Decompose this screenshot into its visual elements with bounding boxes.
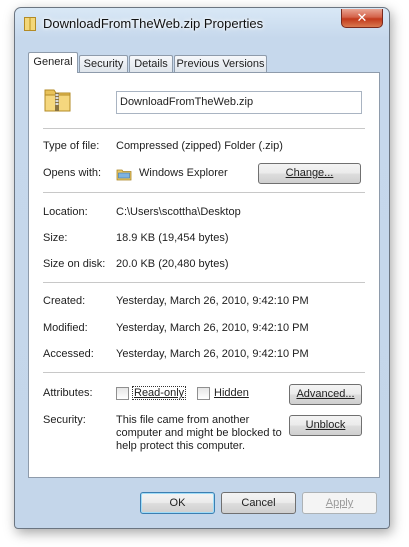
accessed-value: Yesterday, March 26, 2010, 9:42:10 PM	[116, 348, 309, 360]
type-of-file-value: Compressed (zipped) Folder (.zip)	[116, 140, 283, 152]
zip-folder-large-icon	[44, 89, 71, 112]
change-button[interactable]: Change...	[258, 163, 361, 184]
hidden-label[interactable]: Hidden	[214, 387, 249, 399]
ok-button[interactable]: OK	[140, 492, 215, 514]
separator	[43, 372, 365, 373]
tab-security[interactable]: Security	[79, 55, 128, 72]
change-button-label: Change...	[285, 167, 334, 179]
unblock-button[interactable]: Unblock	[289, 415, 362, 436]
size-on-disk-label: Size on disk:	[43, 258, 106, 270]
size-value: 18.9 KB (19,454 bytes)	[116, 232, 229, 244]
cancel-button[interactable]: Cancel	[221, 492, 296, 514]
modified-label: Modified:	[43, 322, 88, 334]
title-bar[interactable]: DownloadFromTheWeb.zip Properties ✕	[15, 8, 389, 38]
separator	[43, 282, 365, 283]
modified-value: Yesterday, March 26, 2010, 9:42:10 PM	[116, 322, 309, 334]
opens-with-label: Opens with:	[43, 167, 102, 179]
close-button[interactable]: ✕	[341, 9, 383, 28]
security-message: This file came from another computer and…	[116, 414, 282, 452]
location-label: Location:	[43, 206, 88, 218]
tab-details[interactable]: Details	[129, 55, 173, 72]
zip-folder-icon	[24, 17, 36, 31]
apply-button[interactable]: Apply	[302, 492, 377, 514]
tab-previous-versions[interactable]: Previous Versions	[174, 55, 267, 72]
advanced-button[interactable]: Advanced...	[289, 384, 362, 405]
apply-button-label: Apply	[325, 497, 354, 509]
tab-general[interactable]: General	[28, 52, 78, 73]
file-name-input[interactable]: DownloadFromTheWeb.zip	[116, 91, 362, 114]
attributes-label: Attributes:	[43, 387, 93, 399]
advanced-button-label: Advanced...	[296, 388, 355, 400]
read-only-label[interactable]: Read-only	[131, 386, 187, 400]
location-value: C:\Users\scottha\Desktop	[116, 206, 241, 218]
size-on-disk-value: 20.0 KB (20,480 bytes)	[116, 258, 229, 270]
security-label: Security:	[43, 414, 86, 426]
window-title: DownloadFromTheWeb.zip Properties	[43, 16, 264, 31]
read-only-checkbox[interactable]	[116, 387, 129, 400]
size-label: Size:	[43, 232, 68, 244]
separator	[43, 128, 365, 129]
general-tab-panel: DownloadFromTheWeb.zip Type of file: Com…	[28, 72, 380, 478]
separator	[43, 192, 365, 193]
created-value: Yesterday, March 26, 2010, 9:42:10 PM	[116, 295, 309, 307]
hidden-label-text: Hidden	[214, 387, 249, 399]
unblock-button-label: Unblock	[305, 419, 346, 431]
opens-with-value: Windows Explorer	[139, 167, 228, 179]
type-of-file-label: Type of file:	[43, 140, 100, 152]
accessed-label: Accessed:	[43, 348, 94, 360]
windows-explorer-icon	[116, 169, 132, 181]
read-only-label-text: Read-only	[134, 387, 185, 399]
created-label: Created:	[43, 295, 86, 307]
hidden-checkbox[interactable]	[197, 387, 210, 400]
